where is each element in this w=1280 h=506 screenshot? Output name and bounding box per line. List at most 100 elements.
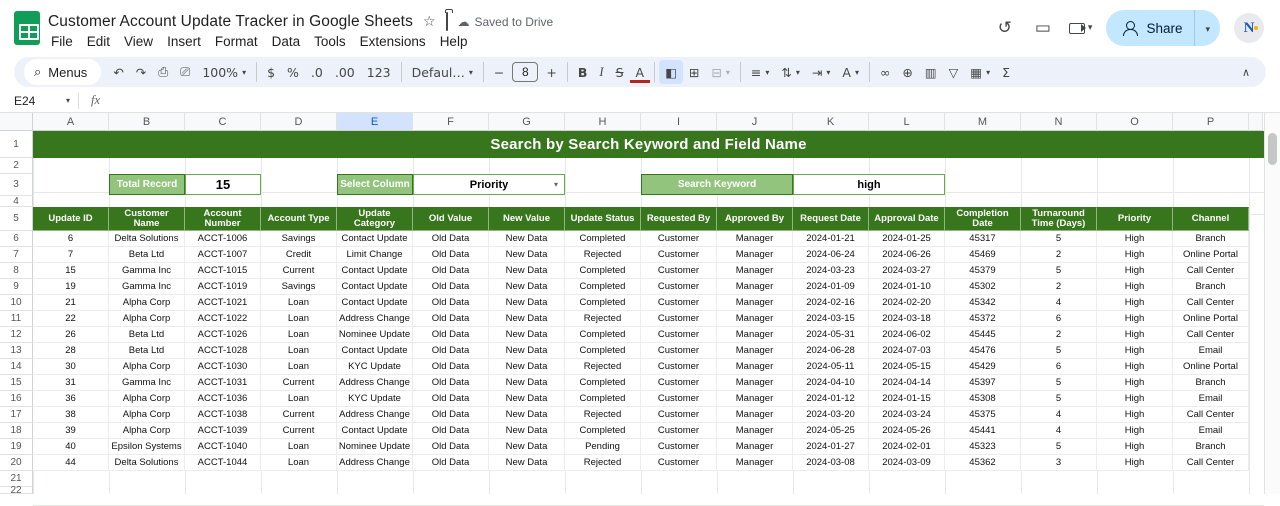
table-cell[interactable]: 2024-02-20 (869, 295, 945, 311)
row-header-12[interactable]: 12 (0, 327, 33, 343)
row-header-20[interactable]: 20 (0, 455, 33, 471)
version-history-icon[interactable]: ↺ (993, 18, 1017, 38)
table-cell[interactable]: 45323 (945, 439, 1021, 455)
table-cell[interactable]: Old Data (413, 439, 489, 455)
table-cell[interactable]: Manager (717, 327, 793, 343)
row-header-13[interactable]: 13 (0, 343, 33, 359)
table-cell[interactable]: 5 (1021, 391, 1097, 407)
table-cell[interactable]: High (1097, 391, 1173, 407)
table-cell[interactable]: 2024-05-26 (869, 423, 945, 439)
table-cell[interactable]: 45362 (945, 455, 1021, 471)
table-cell[interactable]: 2024-01-27 (793, 439, 869, 455)
row-header-11[interactable]: 11 (0, 311, 33, 327)
table-cell[interactable]: Customer (641, 295, 717, 311)
table-cell[interactable]: Customer (641, 279, 717, 295)
table-cell[interactable]: High (1097, 359, 1173, 375)
table-cell[interactable]: New Data (489, 279, 565, 295)
collapse-toolbar-icon[interactable]: ∧ (1236, 66, 1256, 79)
table-cell[interactable]: New Data (489, 247, 565, 263)
table-cell[interactable]: New Data (489, 375, 565, 391)
table-cell[interactable]: Call Center (1173, 295, 1249, 311)
table-cell[interactable]: Loan (261, 439, 337, 455)
table-cell[interactable]: 2024-06-26 (869, 247, 945, 263)
menu-tools[interactable]: Tools (307, 32, 353, 51)
table-cell[interactable]: New Data (489, 311, 565, 327)
cells-area[interactable]: Search by Search Keyword and Field Name … (33, 131, 1264, 506)
table-cell[interactable]: ACCT-1007 (185, 247, 261, 263)
table-cell[interactable]: ACCT-1019 (185, 279, 261, 295)
column-header-C[interactable]: C (185, 113, 261, 131)
table-cell[interactable]: Contact Update (337, 295, 413, 311)
row-header-6[interactable]: 6 (0, 231, 33, 247)
table-cell[interactable]: Old Data (413, 423, 489, 439)
italic-icon[interactable]: I (593, 60, 609, 84)
table-cell[interactable]: 45308 (945, 391, 1021, 407)
video-call-icon[interactable]: ▾ (1068, 22, 1092, 34)
table-cell[interactable]: 2024-05-11 (793, 359, 869, 375)
table-cell[interactable]: 15 (33, 263, 109, 279)
more-formats-icon[interactable]: 123 (361, 60, 397, 84)
table-cell[interactable]: 2024-06-28 (793, 343, 869, 359)
table-cell[interactable]: 5 (1021, 263, 1097, 279)
table-cell[interactable]: Alpha Corp (109, 295, 185, 311)
create-filter-icon[interactable]: ▽ (943, 60, 965, 84)
menu-view[interactable]: View (117, 32, 160, 51)
bold-icon[interactable]: B (572, 60, 594, 84)
table-cell[interactable]: Branch (1173, 279, 1249, 295)
font-select[interactable]: Defaul… ▾ (406, 60, 479, 84)
table-cell[interactable]: Loan (261, 343, 337, 359)
table-cell[interactable]: High (1097, 263, 1173, 279)
table-cell[interactable]: Gamma Inc (109, 263, 185, 279)
table-cell[interactable]: 45342 (945, 295, 1021, 311)
table-cell[interactable]: 38 (33, 407, 109, 423)
menu-extensions[interactable]: Extensions (353, 32, 433, 51)
table-cell[interactable]: Manager (717, 263, 793, 279)
row-header-7[interactable]: 7 (0, 247, 33, 263)
horizontal-align-icon[interactable]: ≡ ▾ (745, 60, 776, 84)
table-cell[interactable]: 28 (33, 343, 109, 359)
saved-status[interactable]: ☁ Saved to Drive (458, 15, 554, 29)
share-dropdown[interactable]: ▾ (1195, 19, 1220, 37)
table-cell[interactable]: New Data (489, 455, 565, 471)
table-cell[interactable]: 39 (33, 423, 109, 439)
table-cell[interactable]: Beta Ltd (109, 247, 185, 263)
zoom-select[interactable]: 100% ▾ (196, 60, 252, 84)
table-cell[interactable]: Address Change (337, 407, 413, 423)
menus-button[interactable]: ⌕ Menus (24, 59, 102, 85)
insert-comment-icon[interactable]: ⊕ (896, 60, 918, 84)
table-cell[interactable]: 5 (1021, 231, 1097, 247)
paint-format-icon[interactable]: ⎚ (174, 60, 196, 84)
table-cell[interactable]: Old Data (413, 279, 489, 295)
table-cell[interactable]: 2024-07-03 (869, 343, 945, 359)
table-cell[interactable]: Alpha Corp (109, 359, 185, 375)
table-cell[interactable]: 19 (33, 279, 109, 295)
table-cell[interactable]: 45476 (945, 343, 1021, 359)
table-cell[interactable]: New Data (489, 263, 565, 279)
table-cell[interactable]: 44 (33, 455, 109, 471)
table-cell[interactable]: ACCT-1044 (185, 455, 261, 471)
column-header-A[interactable]: A (33, 113, 109, 131)
table-cell[interactable]: Beta Ltd (109, 327, 185, 343)
row-header-4[interactable]: 4 (0, 196, 33, 207)
table-cell[interactable]: Old Data (413, 391, 489, 407)
table-cell[interactable]: 2024-03-18 (869, 311, 945, 327)
table-cell[interactable]: New Data (489, 295, 565, 311)
font-size-input[interactable]: 8 (512, 62, 539, 82)
column-header-D[interactable]: D (261, 113, 337, 131)
table-cell[interactable]: Delta Solutions (109, 231, 185, 247)
table-cell[interactable]: Branch (1173, 375, 1249, 391)
table-cell[interactable]: Nominee Update (337, 439, 413, 455)
table-cell[interactable]: 45441 (945, 423, 1021, 439)
table-cell[interactable]: Call Center (1173, 455, 1249, 471)
table-cell[interactable]: Old Data (413, 343, 489, 359)
table-cell[interactable]: Manager (717, 407, 793, 423)
table-cell[interactable]: Call Center (1173, 407, 1249, 423)
table-cell[interactable]: Customer (641, 407, 717, 423)
redo-icon[interactable]: ↷ (130, 60, 152, 84)
table-cell[interactable]: Call Center (1173, 263, 1249, 279)
table-cell[interactable]: New Data (489, 391, 565, 407)
table-cell[interactable]: Loan (261, 327, 337, 343)
table-cell[interactable]: 31 (33, 375, 109, 391)
table-cell[interactable]: 21 (33, 295, 109, 311)
table-cell[interactable]: 2024-01-09 (793, 279, 869, 295)
